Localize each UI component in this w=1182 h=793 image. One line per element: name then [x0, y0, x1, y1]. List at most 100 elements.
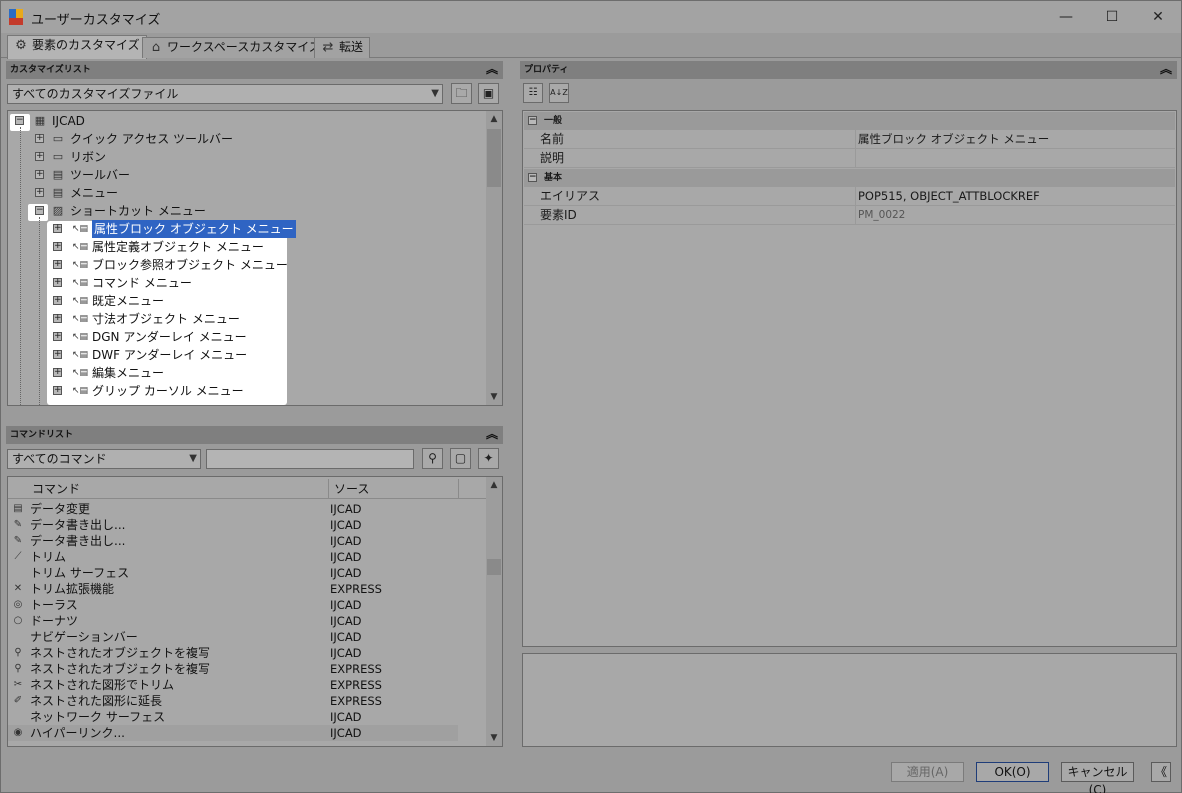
- command-name: トリム拡張機能: [30, 582, 115, 596]
- property-value[interactable]: PM_0022: [858, 206, 905, 224]
- tree-item[interactable]: + ↖▤ DWF アンダーレイ メニュー: [8, 346, 478, 364]
- sort-alpha-button[interactable]: A↓Z: [549, 83, 569, 103]
- scroll-up-icon[interactable]: ▲: [486, 477, 502, 493]
- tree-item[interactable]: + ▭ クイック アクセス ツールバー: [8, 130, 478, 148]
- expand-node-icon[interactable]: +: [35, 134, 44, 143]
- command-row[interactable]: ネットワーク サーフェス IJCAD: [8, 709, 458, 725]
- collapse-node-icon[interactable]: −: [15, 116, 24, 125]
- scroll-down-icon[interactable]: ▼: [486, 389, 502, 405]
- expand-node-icon[interactable]: +: [53, 332, 62, 341]
- close-button[interactable]: ✕: [1135, 1, 1181, 33]
- expand-node-icon[interactable]: +: [35, 152, 44, 161]
- property-row[interactable]: 説明: [524, 149, 1175, 168]
- collapse-node-icon[interactable]: −: [528, 116, 537, 125]
- expand-node-icon[interactable]: +: [53, 314, 62, 323]
- collapse-node-icon[interactable]: −: [528, 173, 537, 182]
- tree-item[interactable]: − ▦ IJCAD: [8, 112, 478, 130]
- property-value[interactable]: 属性ブロック オブジェクト メニュー: [858, 130, 1049, 148]
- tree-item[interactable]: + ↖▤ DGN アンダーレイ メニュー: [8, 328, 478, 346]
- tab-workspace-customize[interactable]: ⌂ ワークスペースカスタマイズ: [142, 37, 328, 58]
- command-row[interactable]: ⟋ トリム IJCAD: [8, 549, 458, 565]
- command-row[interactable]: ✎ データ書き出し... IJCAD: [8, 533, 458, 549]
- tree-item-label: 属性ブロック オブジェクト メニュー: [92, 220, 296, 238]
- command-filter-combo[interactable]: すべてのコマンド ▼: [7, 449, 201, 469]
- command-row[interactable]: ✎ データ書き出し... IJCAD: [8, 517, 458, 533]
- command-row[interactable]: ✕ トリム拡張機能 EXPRESS: [8, 581, 458, 597]
- scroll-thumb[interactable]: [487, 559, 501, 575]
- expand-node-icon[interactable]: +: [35, 170, 44, 179]
- command-row[interactable]: ◉ ハイパーリンク... IJCAD: [8, 725, 458, 741]
- expand-node-icon[interactable]: +: [53, 242, 62, 251]
- property-grid[interactable]: − 一般 名前 属性ブロック オブジェクト メニュー 説明 − 基本 エイリアス POP515,…: [522, 110, 1177, 647]
- collapse-icon[interactable]: ︽: [485, 62, 499, 78]
- col-source[interactable]: ソース: [334, 479, 369, 499]
- property-category[interactable]: − 基本: [524, 169, 1175, 187]
- maximize-button[interactable]: ☐: [1089, 1, 1135, 33]
- tree-item[interactable]: + ↖▤ グリップ カーソル メニュー: [8, 382, 478, 400]
- command-list[interactable]: コマンド ソース ▤ データ変更 IJCAD ✎ データ書き出し... IJCAD ✎ データ…: [7, 476, 503, 747]
- collapse-panel-button[interactable]: 《: [1151, 762, 1171, 782]
- tree-item[interactable]: + ↖▤ ブロック参照オブジェクト メニュー: [8, 256, 478, 274]
- cancel-button[interactable]: キャンセル(C): [1061, 762, 1134, 793]
- tree-item[interactable]: + ▤ メニュー: [8, 184, 478, 202]
- command-row[interactable]: ✂ ネストされた図形でトリム EXPRESS: [8, 677, 458, 693]
- categorized-button[interactable]: ☷: [523, 83, 543, 103]
- tree-item[interactable]: + ↖▤ 属性定義オブジェクト メニュー: [8, 238, 478, 256]
- save-button[interactable]: ▣: [478, 83, 499, 104]
- tree-item[interactable]: + ↖▤ 既定メニュー: [8, 292, 478, 310]
- minimize-button[interactable]: —: [1043, 1, 1089, 33]
- property-row[interactable]: エイリアス POP515, OBJECT_ATTBLOCKREF: [524, 187, 1175, 206]
- new-command-button[interactable]: ✦: [478, 448, 499, 469]
- command-search-input[interactable]: [206, 449, 414, 469]
- property-row[interactable]: 名前 属性ブロック オブジェクト メニュー: [524, 130, 1175, 149]
- command-scrollbar[interactable]: ▲ ▼: [486, 477, 502, 746]
- tree-item-label: ショートカット メニュー: [70, 204, 206, 218]
- collapse-icon[interactable]: ︽: [1159, 62, 1173, 78]
- collapse-icon[interactable]: ︽: [485, 427, 499, 443]
- apply-button[interactable]: 適用(A): [891, 762, 964, 782]
- tree-item[interactable]: + ↖▤ 編集メニュー: [8, 364, 478, 382]
- command-row[interactable]: ◎ トーラス IJCAD: [8, 597, 458, 613]
- customize-list-header: カスタマイズリスト ︽: [6, 61, 503, 79]
- customize-tree[interactable]: − ▦ IJCAD + ▭ クイック アクセス ツールバー + ▭ リボン + ▤ ツールバー + ▤ メニ…: [7, 110, 503, 406]
- expand-node-icon[interactable]: +: [53, 350, 62, 359]
- open-folder-button[interactable]: 🗀: [451, 83, 472, 104]
- tab-transfer[interactable]: ⇄ 転送: [314, 37, 371, 58]
- expand-node-icon[interactable]: +: [53, 260, 62, 269]
- expand-node-icon[interactable]: +: [35, 188, 44, 197]
- command-row[interactable]: ▤ データ変更 IJCAD: [8, 501, 458, 517]
- command-row[interactable]: トリム サーフェス IJCAD: [8, 565, 458, 581]
- command-row[interactable]: ⚲ ネストされたオブジェクトを複写 IJCAD: [8, 645, 458, 661]
- col-command[interactable]: コマンド: [32, 479, 80, 499]
- command-row[interactable]: ナビゲーションバー IJCAD: [8, 629, 458, 645]
- tree-scrollbar[interactable]: ▲ ▼: [486, 111, 502, 405]
- tab-element-customize[interactable]: ⚙ 要素のカスタマイズ: [7, 35, 147, 59]
- tree-item[interactable]: + ↖▤ 属性ブロック オブジェクト メニュー: [8, 220, 478, 238]
- command-source: EXPRESS: [330, 678, 382, 692]
- search-button[interactable]: ⚲: [422, 448, 443, 469]
- tree-item[interactable]: + ▤ ツールバー: [8, 166, 478, 184]
- tree-item[interactable]: + ↖▤ 寸法オブジェクト メニュー: [8, 310, 478, 328]
- scroll-down-icon[interactable]: ▼: [486, 730, 502, 746]
- command-name: データ書き出し...: [30, 534, 126, 548]
- expand-node-icon[interactable]: +: [53, 386, 62, 395]
- scroll-up-icon[interactable]: ▲: [486, 111, 502, 127]
- tree-item[interactable]: − ▨ ショートカット メニュー: [8, 202, 478, 220]
- expand-node-icon[interactable]: +: [53, 368, 62, 377]
- property-value[interactable]: POP515, OBJECT_ATTBLOCKREF: [858, 187, 1040, 205]
- expand-node-icon[interactable]: +: [53, 278, 62, 287]
- customize-file-combo[interactable]: すべてのカスタマイズファイル ▼: [7, 84, 443, 104]
- command-row[interactable]: ○ ドーナツ IJCAD: [8, 613, 458, 629]
- command-edit-button[interactable]: ▢: [450, 448, 471, 469]
- expand-node-icon[interactable]: +: [53, 296, 62, 305]
- scroll-thumb[interactable]: [487, 129, 501, 187]
- collapse-node-icon[interactable]: −: [35, 206, 44, 215]
- tree-item[interactable]: + ↖▤ コマンド メニュー: [8, 274, 478, 292]
- command-row[interactable]: ⚲ ネストされたオブジェクトを複写 EXPRESS: [8, 661, 458, 677]
- ok-button[interactable]: OK(O): [976, 762, 1049, 782]
- tree-item[interactable]: + ▭ リボン: [8, 148, 478, 166]
- property-row[interactable]: 要素ID PM_0022: [524, 206, 1175, 225]
- property-category[interactable]: − 一般: [524, 112, 1175, 130]
- expand-node-icon[interactable]: +: [53, 224, 62, 233]
- command-row[interactable]: ✐ ネストされた図形に延長 EXPRESS: [8, 693, 458, 709]
